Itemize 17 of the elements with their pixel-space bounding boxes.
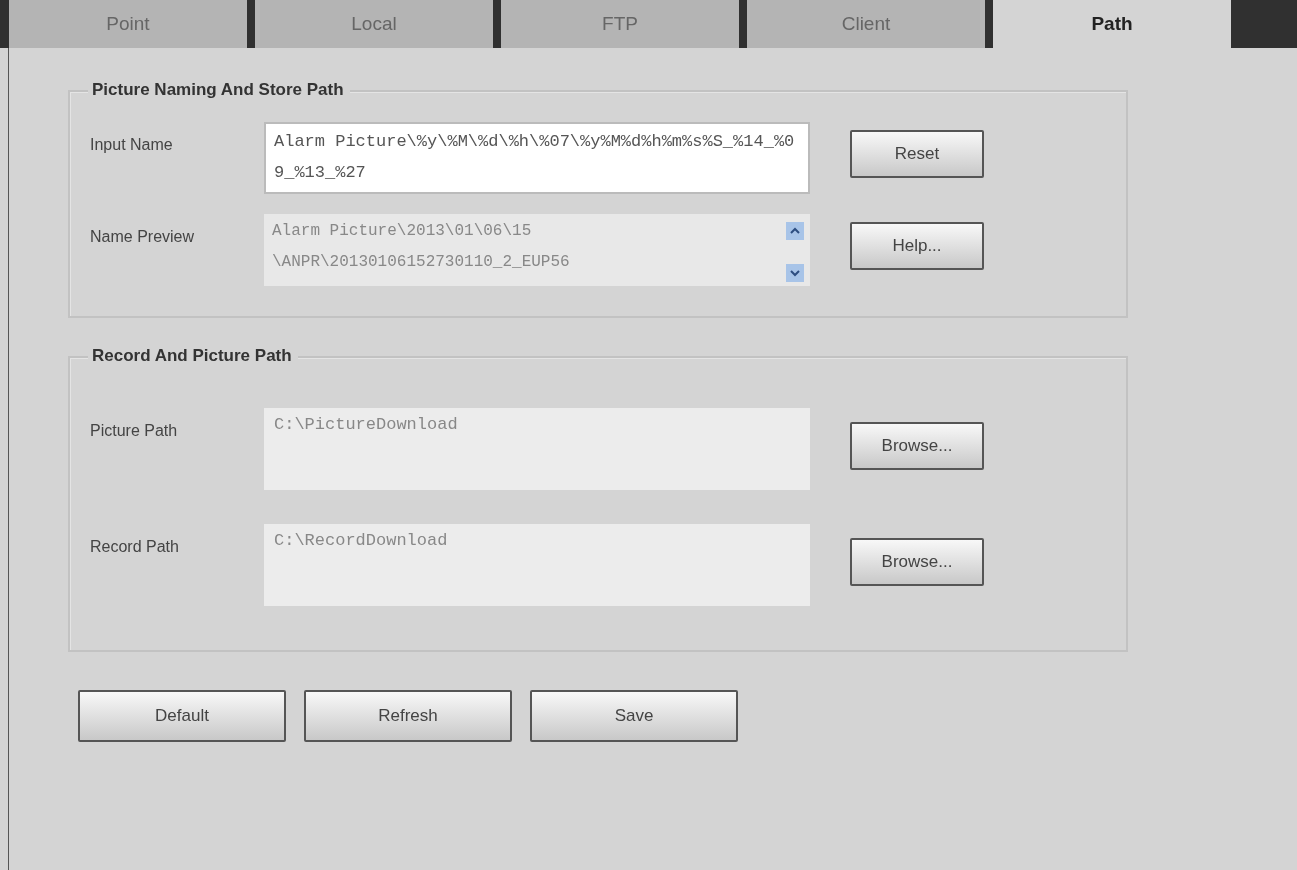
action-button[interactable]: Default	[78, 690, 286, 742]
field-label: Picture Path	[90, 421, 179, 440]
field-label: Record Path	[90, 537, 180, 556]
action-button[interactable]: Browse...	[850, 538, 984, 586]
preview-text: Alarm Picture\2013\01\06\15 \ANPR\20130106152730110_2_EUP56	[272, 221, 571, 273]
action-button[interactable]: Browse...	[850, 422, 984, 470]
field-label: Name Preview	[90, 227, 196, 246]
input-name-field[interactable]: Alarm Picture\%y\%M\%d\%h\%07\%y%M%d%h%m%s%S_%14_%09_%13_%27	[264, 122, 810, 194]
group-title: Picture Naming And Store Path	[88, 80, 350, 100]
scroll-down-icon[interactable]	[786, 264, 804, 282]
action-button[interactable]: Reset	[850, 130, 984, 178]
action-button[interactable]: Save	[530, 690, 738, 742]
field-label: Input Name	[90, 135, 174, 154]
action-button[interactable]: Help...	[850, 222, 984, 270]
scroll-up-icon[interactable]	[786, 222, 804, 240]
tab[interactable]: Path	[993, 0, 1231, 48]
action-button[interactable]: Refresh	[304, 690, 512, 742]
